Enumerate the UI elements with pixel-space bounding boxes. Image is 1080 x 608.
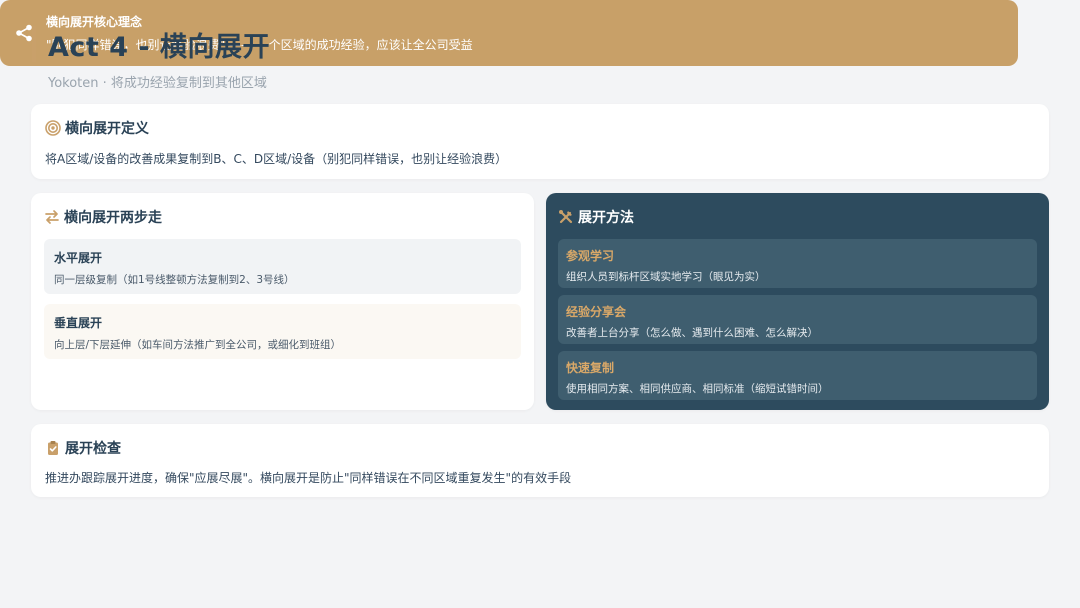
clipboard-check-icon xyxy=(45,440,61,456)
method-desc: 改善者上台分享（怎么做、遇到什么困难、怎么解决） xyxy=(566,327,818,339)
method-desc: 使用相同方案、相同供应商、相同标准（缩短试错时间） xyxy=(566,383,829,395)
page-title: Act 4 - 横向展开 xyxy=(48,31,270,63)
two-step-card: 横向展开两步走 水平展开 同一层级复制（如1号线整顿方法复制到2、3号线） 垂直… xyxy=(31,193,534,410)
step-title: 垂直展开 xyxy=(54,316,103,330)
check-text: 推进办跟踪展开进度，确保"应展尽展"。横向展开是防止"同样错误在不同区域重复发生… xyxy=(45,471,572,485)
method-title: 经验分享会 xyxy=(566,305,627,319)
two-step-header: 横向展开两步走 xyxy=(44,207,521,227)
methods-header: 展开方法 xyxy=(558,207,1037,227)
method-title: 快速复制 xyxy=(566,361,615,375)
step-desc: 向上层/下层延伸（如车间方法推广到全公司，或细化到班组） xyxy=(54,339,342,351)
check-header: 展开检查 xyxy=(45,438,1035,458)
step-vertical: 垂直展开 向上层/下层延伸（如车间方法推广到全公司，或细化到班组） xyxy=(44,304,521,359)
definition-header: 横向展开定义 xyxy=(45,118,1035,138)
two-step-heading: 横向展开两步走 xyxy=(64,210,162,226)
arrows-exchange-icon xyxy=(44,209,60,225)
step-title: 水平展开 xyxy=(54,251,103,265)
method-item: 经验分享会 改善者上台分享（怎么做、遇到什么困难、怎么解决） xyxy=(558,295,1037,344)
definition-heading: 横向展开定义 xyxy=(65,121,149,137)
definition-card: 横向展开定义 将A区域/设备的改善成果复制到B、C、D区域/设备（别犯同样错误，… xyxy=(31,104,1049,179)
methods-heading: 展开方法 xyxy=(578,210,634,226)
check-card: 展开检查 推进办跟踪展开进度，确保"应展尽展"。横向展开是防止"同样错误在不同区… xyxy=(31,424,1049,497)
check-heading: 展开检查 xyxy=(65,441,121,457)
method-desc: 组织人员到标杆区域实地学习（眼见为实） xyxy=(566,271,766,283)
share-icon xyxy=(14,23,34,43)
step-desc: 同一层级复制（如1号线整顿方法复制到2、3号线） xyxy=(54,274,295,286)
tools-icon xyxy=(558,209,574,225)
page-subtitle: Yokoten · 将成功经验复制到其他区域 xyxy=(48,76,267,91)
title-bar: Act 4 - 横向展开 xyxy=(32,26,270,63)
step-horizontal: 水平展开 同一层级复制（如1号线整顿方法复制到2、3号线） xyxy=(44,239,521,294)
method-item: 快速复制 使用相同方案、相同供应商、相同标准（缩短试错时间） xyxy=(558,351,1037,400)
definition-text: 将A区域/设备的改善成果复制到B、C、D区域/设备（别犯同样错误，也别让经验浪费… xyxy=(45,152,508,166)
method-title: 参观学习 xyxy=(566,249,615,263)
methods-card: 展开方法 参观学习 组织人员到标杆区域实地学习（眼见为实） 经验分享会 改善者上… xyxy=(546,193,1049,410)
method-item: 参观学习 组织人员到标杆区域实地学习（眼见为实） xyxy=(558,239,1037,288)
target-icon xyxy=(45,120,61,136)
